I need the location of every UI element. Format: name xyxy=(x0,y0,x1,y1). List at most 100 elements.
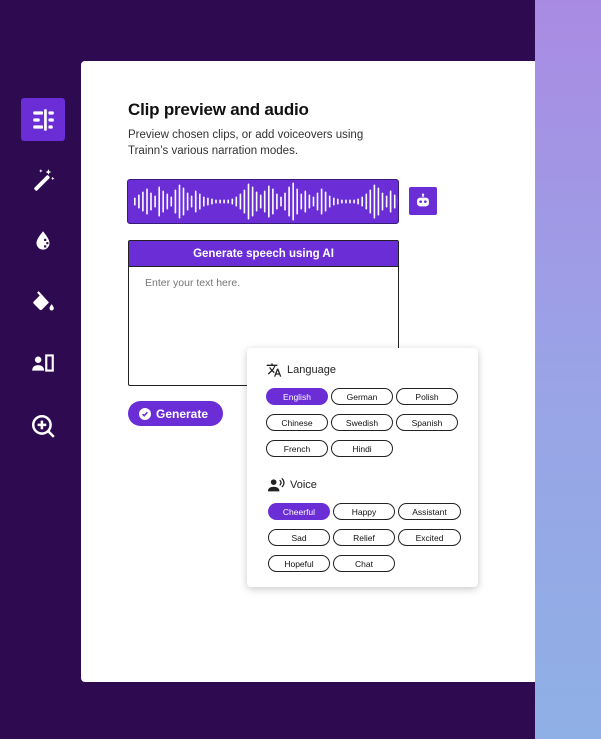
page-title: Clip preview and audio xyxy=(128,100,309,119)
voice-chip-assistant[interactable]: Assistant xyxy=(398,503,461,520)
waveform-bar xyxy=(341,199,343,204)
waveform-bar xyxy=(235,196,238,207)
waveform-bar xyxy=(304,190,307,213)
waveform-bar xyxy=(154,195,156,208)
waveform-bar xyxy=(178,184,181,219)
voice-options-popover: Language English German Polish Chinese Swedi… xyxy=(247,348,478,587)
language-chip-spanish[interactable]: Spanish xyxy=(396,414,458,431)
waveform-bar xyxy=(349,199,351,204)
waveform-bar xyxy=(292,182,294,221)
language-chip-swedish[interactable]: Swedish xyxy=(331,414,393,431)
language-section-title: Language xyxy=(266,362,336,378)
language-chip-chinese[interactable]: Chinese xyxy=(266,414,328,431)
sidebar-item-color[interactable] xyxy=(21,219,65,262)
voice-chip-relief[interactable]: Relief xyxy=(333,529,395,546)
waveform-bar xyxy=(215,199,217,204)
waveform-bar xyxy=(324,191,327,212)
page-description: Preview chosen clips, or add voiceovers … xyxy=(128,129,364,157)
waveform-bar xyxy=(199,193,201,210)
voice-chip-happy[interactable]: Happy xyxy=(333,503,395,520)
waveform-bar xyxy=(231,198,234,205)
waveform-bar xyxy=(345,199,347,204)
waveform-bar xyxy=(255,191,258,212)
contact-card-icon xyxy=(32,353,54,372)
waveform-bar xyxy=(138,194,140,209)
language-chip-hindi[interactable]: Hindi xyxy=(331,440,393,457)
waveform-bar xyxy=(300,193,303,210)
waveform-bar xyxy=(280,196,282,207)
audio-waveform[interactable] xyxy=(127,179,399,224)
voice-section-title: Voice xyxy=(268,477,317,493)
waveform-bar xyxy=(268,185,270,218)
voice-icon xyxy=(268,477,285,492)
waveform-graphic xyxy=(134,182,398,221)
waveform-bar xyxy=(328,195,331,208)
tts-text-input[interactable] xyxy=(145,277,385,289)
waveform-bar xyxy=(190,195,193,208)
waveform-bar xyxy=(320,188,323,215)
waveform-bar xyxy=(389,190,392,213)
waveform-bar xyxy=(373,184,376,219)
waveform-bar xyxy=(170,196,173,207)
waveform-bar xyxy=(247,183,250,220)
waveform-bar xyxy=(369,189,372,214)
check-circle-icon xyxy=(139,407,151,420)
voice-chip-sad[interactable]: Sad xyxy=(268,529,330,546)
waveform-bar xyxy=(239,193,242,210)
waveform-bar xyxy=(162,190,164,213)
waveform-bar xyxy=(308,194,311,209)
waveform-bar xyxy=(333,197,335,206)
waveform-bar xyxy=(272,188,274,215)
waveform-bar xyxy=(158,186,160,217)
voice-chip-hopeful[interactable]: Hopeful xyxy=(268,555,330,572)
waveform-bar xyxy=(296,188,298,215)
waveform-bar xyxy=(186,192,189,211)
waveform-bar xyxy=(263,190,266,213)
waveform-bar xyxy=(353,199,355,204)
background-gradient-strip xyxy=(535,0,601,739)
waveform-bar xyxy=(337,198,339,205)
voice-title: Voice xyxy=(290,479,317,491)
waveform-bar xyxy=(312,196,315,207)
waveform-bar xyxy=(207,197,209,206)
waveform-bar xyxy=(203,196,205,207)
waveform-bar xyxy=(227,199,229,204)
waveform-bar xyxy=(219,199,221,204)
waveform-bar xyxy=(146,188,148,215)
sidebar-item-timeline[interactable] xyxy=(21,98,65,141)
waveform-bar xyxy=(223,199,225,204)
language-chip-french[interactable]: French xyxy=(266,440,328,457)
waveform-bar xyxy=(251,186,254,217)
waveform-bar xyxy=(182,187,185,216)
voice-chip-cheerful[interactable]: Cheerful xyxy=(268,503,330,520)
timeline-icon xyxy=(33,108,54,131)
sidebar-item-fill[interactable] xyxy=(21,280,65,323)
sidebar-item-effects[interactable] xyxy=(21,158,65,201)
waveform-bar xyxy=(357,198,359,205)
sidebar-item-add[interactable] xyxy=(21,404,65,447)
waveform-bar xyxy=(150,192,152,211)
sidebar xyxy=(0,0,82,739)
ai-voice-button[interactable] xyxy=(409,187,437,215)
waveform-bar xyxy=(243,189,246,214)
paint-bucket-icon xyxy=(33,290,54,310)
sidebar-item-captions[interactable] xyxy=(21,341,65,384)
waveform-bar xyxy=(142,191,144,212)
voice-chip-excited[interactable]: Excited xyxy=(398,529,461,546)
waveform-bar xyxy=(284,192,286,211)
language-chip-german[interactable]: German xyxy=(331,388,393,405)
waveform-bar xyxy=(385,195,388,208)
generate-button[interactable]: Generate xyxy=(128,401,223,426)
language-chip-polish[interactable]: Polish xyxy=(396,388,458,405)
color-drop-icon xyxy=(36,230,50,250)
voice-chip-chat[interactable]: Chat xyxy=(333,555,395,572)
waveform-bar xyxy=(276,193,278,210)
tts-header: Generate speech using AI xyxy=(129,241,398,267)
translate-icon xyxy=(266,363,282,377)
add-search-icon xyxy=(32,414,55,438)
waveform-bar xyxy=(377,187,380,216)
magic-wand-icon xyxy=(34,168,55,191)
waveform-bar xyxy=(134,197,136,206)
language-chip-english[interactable]: English xyxy=(266,388,328,405)
waveform-bar xyxy=(211,198,213,205)
